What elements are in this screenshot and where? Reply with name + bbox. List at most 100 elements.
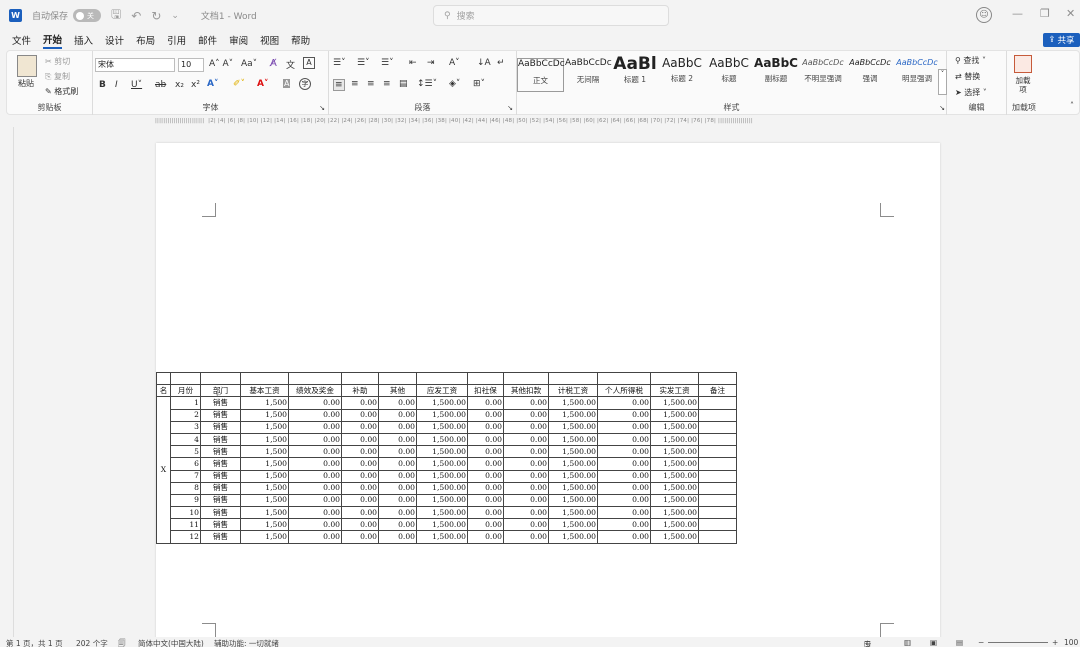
table-cell[interactable]: 1,500.00	[650, 457, 699, 471]
italic-button[interactable]: I	[115, 80, 118, 90]
table-cell[interactable]: 0.00	[288, 396, 342, 410]
table-cell[interactable]: 0.00	[503, 445, 549, 459]
find-button[interactable]: ⚲ 查找 ˅	[955, 55, 986, 66]
style-heading-1[interactable]: AaBl 标题 1	[612, 54, 658, 92]
page-count[interactable]: 第 1 页，共 1 页	[6, 638, 63, 647]
tab-home[interactable]: 开始	[43, 32, 63, 49]
table-cell[interactable]: 9	[170, 493, 201, 508]
table-cell[interactable]: 1,500.00	[416, 493, 468, 508]
chinese-layout-icon[interactable]: A˅	[449, 58, 460, 68]
table-cell[interactable]	[288, 371, 342, 386]
phonetic-icon[interactable]: 文	[286, 58, 295, 71]
table-cell[interactable]: 0.00	[341, 506, 379, 520]
style-intense-emphasis[interactable]: AaBbCcDc 明显强调	[894, 58, 940, 92]
table-cell[interactable]: 销售	[200, 408, 241, 422]
table-cell[interactable]: 1,500	[240, 506, 289, 520]
table-cell[interactable]: 0.00	[467, 408, 504, 422]
table-cell[interactable]: 0.00	[597, 530, 651, 544]
bold-button[interactable]: B	[99, 80, 106, 90]
table-cell[interactable]: 0.00	[288, 432, 342, 447]
table-cell[interactable]: 1,500.00	[416, 481, 468, 495]
table-cell[interactable]: 0.00	[288, 481, 342, 495]
table-cell[interactable]: 0.00	[341, 518, 379, 532]
table-cell[interactable]: 0.00	[597, 481, 651, 495]
table-side-label[interactable]: X	[156, 396, 171, 544]
numbering-icon[interactable]: ☰˅	[357, 58, 370, 68]
table-cell[interactable]: 0.00	[288, 518, 342, 532]
table-cell[interactable]: 0.00	[597, 420, 651, 434]
table-cell[interactable]: 0.00	[288, 506, 342, 520]
tab-insert[interactable]: 插入	[74, 33, 93, 47]
char-shading-icon[interactable]: A	[283, 79, 291, 88]
print-layout-icon[interactable]: ▣	[930, 638, 937, 647]
table-cell[interactable]: 3	[170, 420, 201, 434]
collapse-ribbon-icon[interactable]: ˄	[1070, 101, 1074, 110]
table-cell[interactable]: 1,500	[240, 469, 289, 483]
table-cell[interactable]: 0.00	[597, 493, 651, 508]
tab-references[interactable]: 引用	[167, 33, 186, 47]
table-cell[interactable]: 0.00	[288, 469, 342, 483]
table-cell[interactable]: 2	[170, 408, 201, 422]
table-cell[interactable]: 5	[170, 445, 201, 459]
tab-file[interactable]: 文件	[12, 33, 31, 47]
paragraph-launcher-icon[interactable]: ↘	[507, 104, 513, 112]
style-heading-2[interactable]: AaBbC 标题 2	[659, 56, 705, 92]
autosave-toggle[interactable]: 关	[73, 9, 102, 22]
zoom-out-icon[interactable]: −	[978, 638, 984, 647]
table-cell[interactable]	[698, 457, 737, 471]
shading-icon[interactable]: ◈˅	[449, 79, 460, 89]
addins-button[interactable]: 加载项	[1013, 76, 1033, 94]
table-cell[interactable]: 1,500.00	[650, 506, 699, 520]
table-cell[interactable]: 1,500.00	[416, 420, 468, 434]
language-status[interactable]: 简体中文(中国大陆)	[138, 638, 204, 647]
style-title[interactable]: AaBbC 标题	[706, 56, 752, 92]
table-cell[interactable]: 1	[170, 396, 201, 410]
table-cell[interactable]: 0.00	[503, 420, 549, 434]
table-cell[interactable]	[378, 371, 417, 386]
word-count[interactable]: 202 个字	[76, 638, 108, 647]
table-cell[interactable]: 0.00	[597, 432, 651, 447]
addins-icon[interactable]	[1014, 55, 1032, 73]
table-header-cell[interactable]: 其他扣款	[503, 384, 549, 398]
table-cell[interactable]: 8	[170, 481, 201, 495]
customize-qat-icon[interactable]: ⌄	[171, 11, 179, 21]
table-cell[interactable]: 0.00	[467, 469, 504, 483]
table-cell[interactable]: 0.00	[503, 518, 549, 532]
distributed-icon[interactable]: ▤	[399, 79, 408, 89]
table-cell[interactable]: 1,500.00	[650, 408, 699, 422]
table-cell[interactable]: 0.00	[597, 457, 651, 471]
underline-button[interactable]: U˅	[131, 80, 142, 90]
superscript-button[interactable]: x²	[191, 80, 200, 90]
table-cell[interactable]	[698, 371, 737, 386]
table-cell[interactable]: 0.00	[288, 445, 342, 459]
horizontal-ruler[interactable]: |||||||||||||||||||||||| |2| |4| |6| |8|…	[155, 118, 940, 127]
style-no-spacing[interactable]: AaBbCcDc 无间隔	[565, 58, 612, 92]
table-cell[interactable]: 1,500.00	[650, 445, 699, 459]
table-cell[interactable]: 0.00	[467, 481, 504, 495]
table-cell[interactable]: 1,500	[240, 408, 289, 422]
minimize-icon[interactable]: —	[1012, 7, 1023, 20]
increase-indent-icon[interactable]: ⇥	[427, 58, 435, 68]
table-cell[interactable]	[698, 506, 737, 520]
table-cell[interactable]: 1,500.00	[548, 420, 598, 434]
table-cell[interactable]: 销售	[200, 481, 241, 495]
table-cell[interactable]: 1,500	[240, 493, 289, 508]
table-header-cell[interactable]: 计税工资	[548, 384, 598, 398]
change-case-button[interactable]: Aa˅	[241, 59, 257, 69]
table-cell[interactable]: 0.00	[341, 457, 379, 471]
table-cell[interactable]: 10	[170, 506, 201, 520]
table-cell[interactable]: 11	[170, 518, 201, 532]
table-cell[interactable]	[156, 371, 171, 386]
table-cell[interactable]: 1,500.00	[650, 396, 699, 410]
bullets-icon[interactable]: ☰˅	[333, 58, 346, 68]
style-emphasis[interactable]: AaBbCcDc 强调	[847, 58, 893, 92]
table-cell[interactable]: 1,500.00	[416, 432, 468, 447]
table-cell[interactable]: 1,500.00	[650, 481, 699, 495]
table-cell[interactable]: 1,500.00	[548, 481, 598, 495]
zoom-slider[interactable]	[988, 642, 1048, 643]
table-header-cell[interactable]: 其他	[378, 384, 417, 398]
table-cell[interactable]: 7	[170, 469, 201, 483]
table-cell[interactable]: 0.00	[597, 396, 651, 410]
table-cell[interactable]: 0.00	[597, 506, 651, 520]
table-cell[interactable]	[698, 420, 737, 434]
